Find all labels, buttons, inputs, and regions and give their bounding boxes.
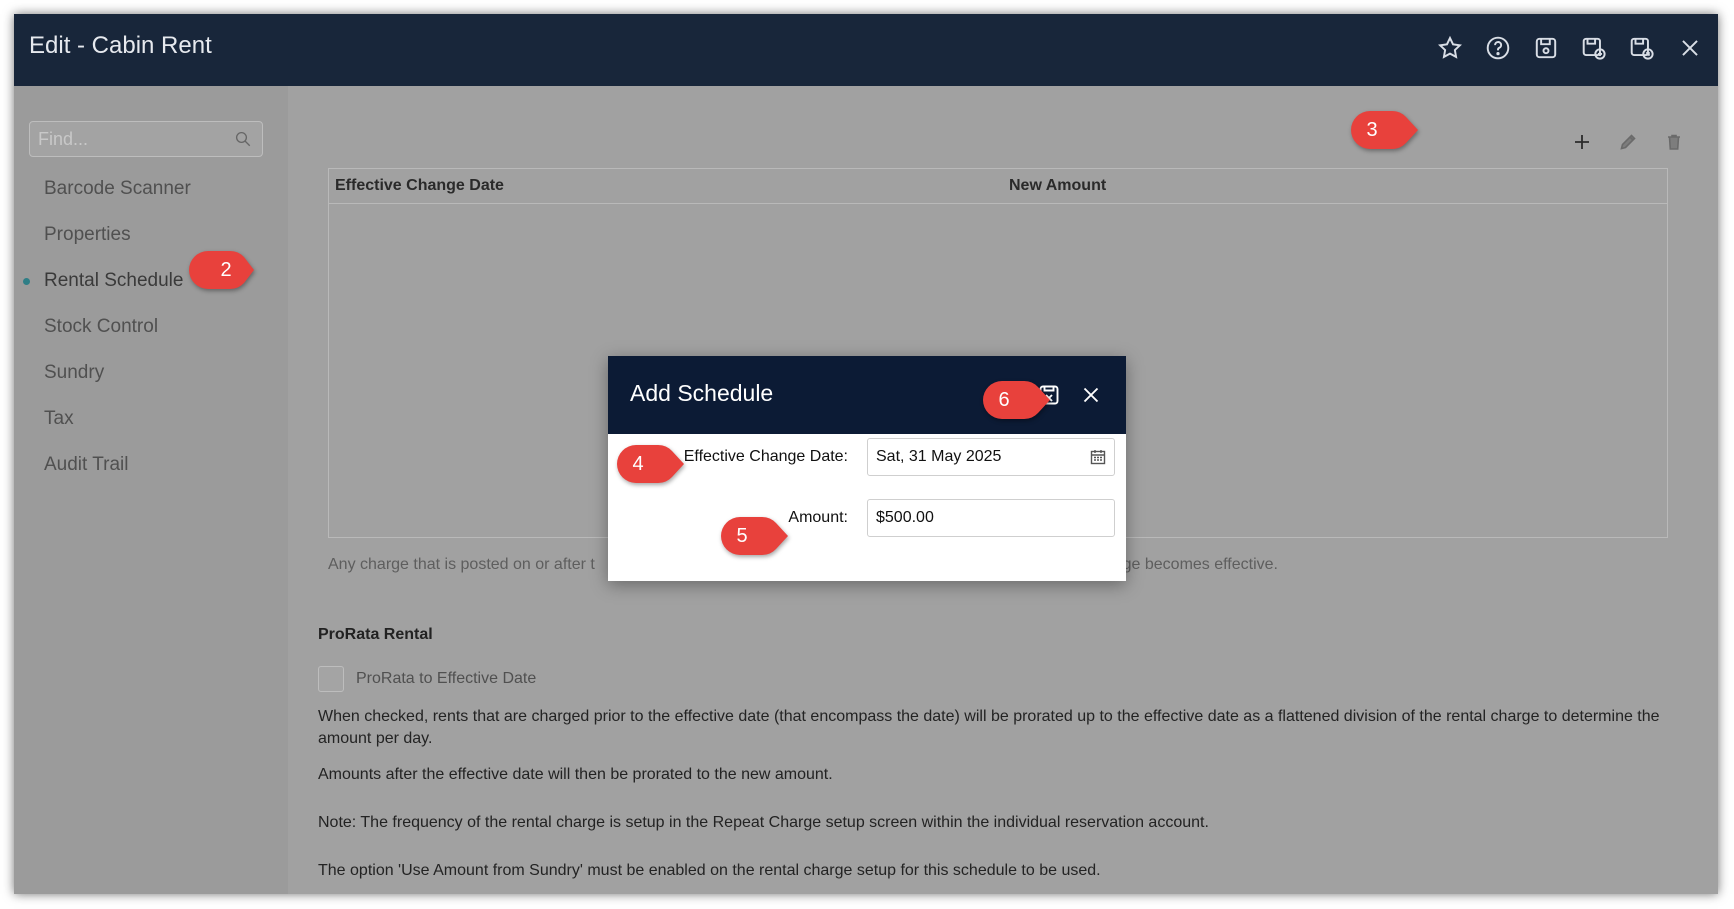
- dialog-close-button[interactable]: [1078, 382, 1104, 408]
- effective-change-date-input[interactable]: [868, 439, 1084, 475]
- sidebar-item-label: Stock Control: [44, 316, 159, 337]
- callout-3: 3: [1348, 108, 1422, 152]
- effective-change-date-field[interactable]: [867, 438, 1115, 476]
- sidebar-item-tax[interactable]: Tax: [14, 396, 288, 442]
- close-icon[interactable]: [1676, 34, 1704, 62]
- callout-2: 2: [182, 248, 256, 292]
- trash-icon: [1668, 134, 1680, 150]
- edit-row-button[interactable]: [1616, 130, 1640, 154]
- column-header-effective-change-date[interactable]: Effective Change Date: [335, 177, 504, 195]
- add-row-button[interactable]: [1570, 130, 1594, 154]
- table-toolbar: [1570, 130, 1686, 154]
- sidebar: Barcode Scanner Properties Rental Schedu…: [14, 86, 288, 894]
- sidebar-item-label: Properties: [44, 224, 131, 245]
- find-box: [29, 121, 263, 157]
- callout-5: 5: [718, 514, 792, 558]
- sidebar-item-audit-trail[interactable]: Audit Trail: [14, 442, 288, 488]
- amount-field[interactable]: [867, 499, 1115, 537]
- title-bar-actions: [1436, 34, 1704, 62]
- active-indicator: [23, 278, 30, 285]
- delete-row-button[interactable]: [1662, 130, 1686, 154]
- search-input[interactable]: [30, 122, 242, 156]
- callout-4: 4: [614, 442, 688, 486]
- prorata-after-note: Amounts after the effective date will th…: [318, 766, 833, 783]
- sidebar-item-label: Audit Trail: [44, 454, 129, 475]
- amount-input[interactable]: [868, 500, 1084, 536]
- close-icon: [1083, 387, 1099, 403]
- sidebar-item-sundry[interactable]: Sundry: [14, 350, 288, 396]
- pencil-icon: [1620, 134, 1636, 150]
- save-and-close-icon[interactable]: [1628, 34, 1656, 62]
- prorata-option: ProRata to Effective Date: [318, 666, 536, 692]
- save-and-new-icon[interactable]: [1580, 34, 1608, 62]
- frequency-note: Note: The frequency of the rental charge…: [318, 814, 1209, 831]
- sidebar-item-label: Barcode Scanner: [44, 178, 191, 199]
- dialog-title: Add Schedule: [630, 380, 774, 406]
- callout-6: 6: [980, 378, 1054, 422]
- search-icon[interactable]: [234, 130, 252, 148]
- help-icon[interactable]: [1484, 34, 1512, 62]
- save-icon[interactable]: [1532, 34, 1560, 62]
- sidebar-item-label: Tax: [44, 408, 74, 429]
- star-icon[interactable]: [1436, 34, 1464, 62]
- window-title: Edit - Cabin Rent: [29, 32, 212, 59]
- sidebar-item-label: Sundry: [44, 362, 105, 383]
- column-header-new-amount[interactable]: New Amount: [1009, 177, 1106, 195]
- title-bar: Edit - Cabin Rent: [14, 14, 1718, 86]
- plus-icon: [1575, 135, 1589, 149]
- sidebar-item-stock-control[interactable]: Stock Control: [14, 304, 288, 350]
- sidebar-item-barcode-scanner[interactable]: Barcode Scanner: [14, 166, 288, 212]
- sidebar-item-label: Rental Schedule: [44, 270, 184, 291]
- schedule-hint-left: Any charge that is posted on or after t: [328, 556, 595, 573]
- prorata-checkbox[interactable]: [318, 666, 344, 692]
- table-header: Effective Change Date New Amount: [329, 169, 1667, 204]
- prorata-description: When checked, rents that are charged pri…: [318, 708, 1660, 747]
- sundry-note: The option 'Use Amount from Sundry' must…: [318, 862, 1101, 879]
- prorata-section-title: ProRata Rental: [318, 626, 433, 643]
- calendar-icon[interactable]: [1090, 449, 1106, 465]
- sidebar-nav: Barcode Scanner Properties Rental Schedu…: [14, 166, 288, 488]
- prorata-checkbox-label[interactable]: ProRata to Effective Date: [356, 670, 536, 688]
